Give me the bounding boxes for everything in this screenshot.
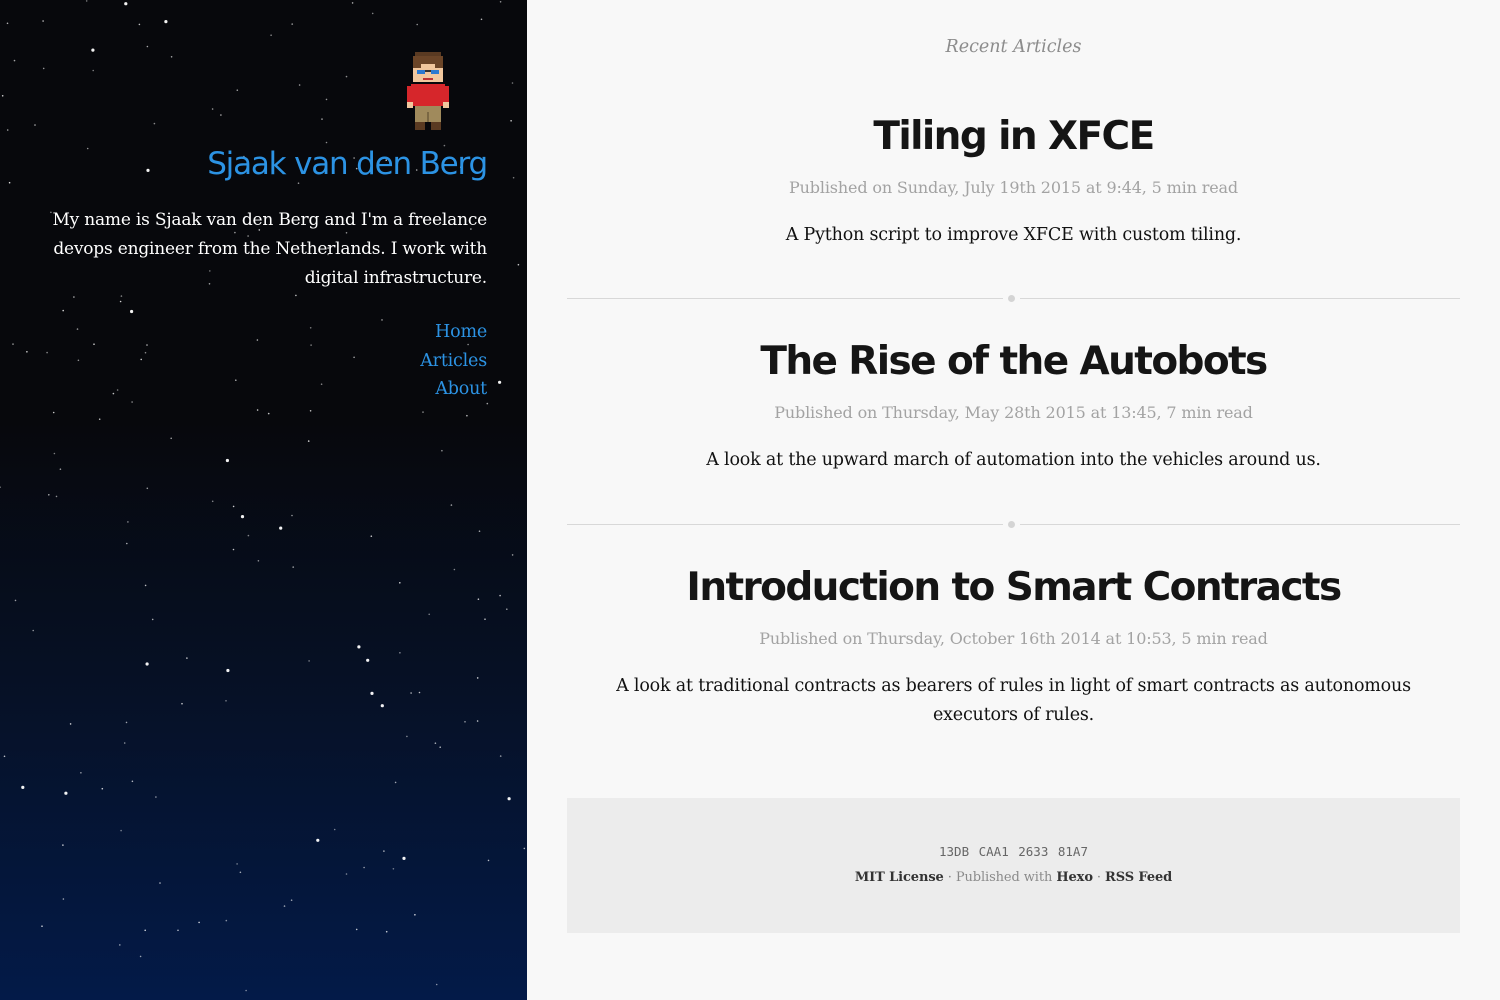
pixel-avatar-icon [407,52,449,130]
article-title[interactable]: The Rise of the Autobots [567,339,1460,385]
article-item: Tiling in XFCE Published on Sunday, July… [567,114,1460,245]
sidebar-nav: Home Articles About [420,318,487,404]
article-description: A look at traditional contracts as beare… [616,676,1411,725]
nav-link-articles[interactable]: Articles [420,347,487,376]
license-link[interactable]: MIT License [855,870,944,885]
hexo-link[interactable]: Hexo [1056,870,1093,885]
article-item: The Rise of the Autobots Published on Th… [567,339,1460,470]
article-title[interactable]: Introduction to Smart Contracts [567,565,1460,611]
article-separator [567,520,1460,530]
article-description: A Python script to improve XFCE with cus… [785,225,1242,245]
site-title[interactable]: Sjaak van den Berg [207,146,488,182]
footer: 13DB CAA1 2633 81A7 MIT License · Publis… [567,798,1460,933]
article-title[interactable]: Tiling in XFCE [567,114,1460,160]
article-separator [567,294,1460,304]
sidebar: Sjaak van den Berg My name is Sjaak van … [0,0,527,1000]
footer-links: MIT License · Published with Hexo · RSS … [567,870,1460,885]
article-meta: Published on Thursday, May 28th 2015 at … [774,403,1253,422]
key-fingerprint: 13DB CAA1 2633 81A7 [939,844,1088,859]
footer-separator: · [943,870,956,885]
nav-link-home[interactable]: Home [420,318,487,347]
rss-feed-link[interactable]: RSS Feed [1105,870,1172,885]
author-bio: My name is Sjaak van den Berg and I'm a … [52,210,487,288]
article-meta: Published on Thursday, October 16th 2014… [759,629,1268,648]
article-item: Introduction to Smart Contracts Publishe… [567,565,1460,725]
published-with-text: Published with [955,870,1053,885]
section-title: Recent Articles [945,37,1082,57]
article-meta: Published on Sunday, July 19th 2015 at 9… [788,178,1239,197]
nav-link-about[interactable]: About [420,375,487,404]
footer-separator: · [1092,870,1105,885]
article-description: A look at the upward march of automation… [706,450,1321,470]
